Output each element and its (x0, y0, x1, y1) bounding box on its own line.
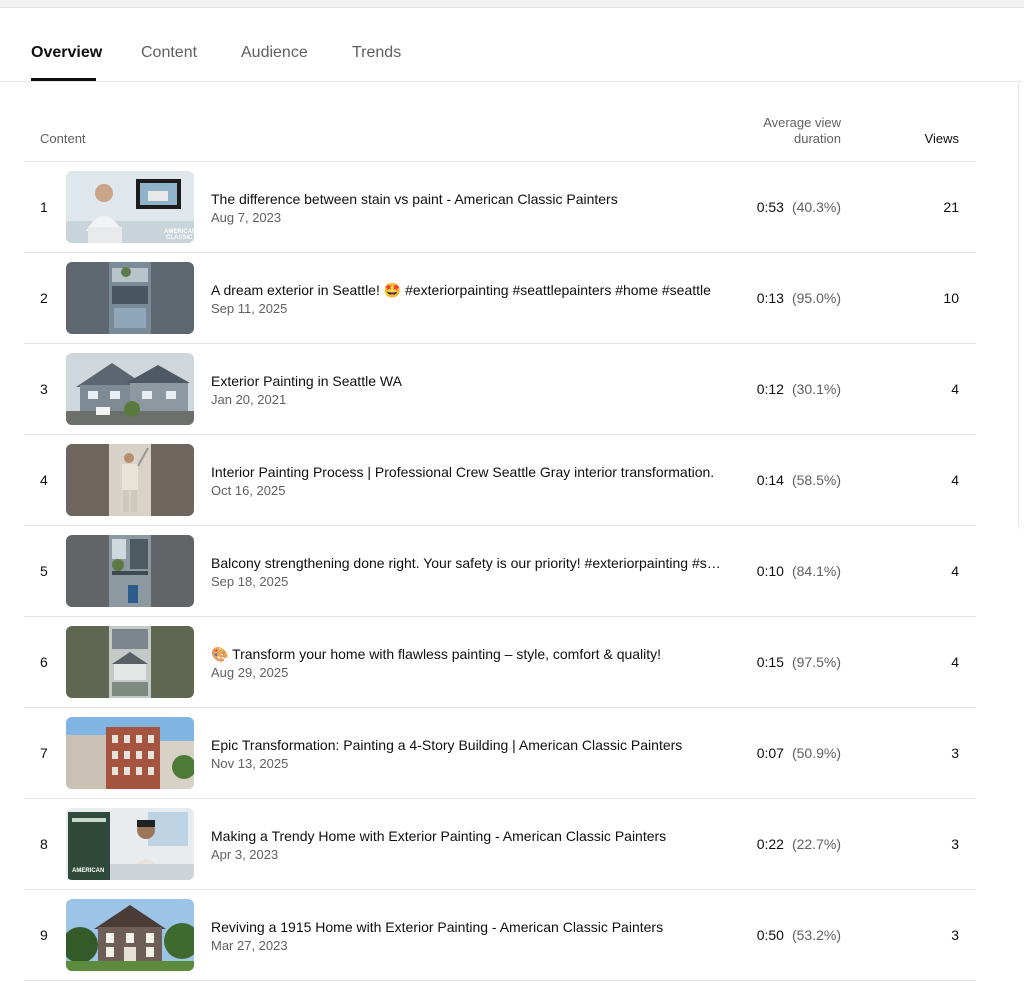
video-thumbnail[interactable] (66, 535, 194, 607)
table-row[interactable]: 1 AMERICAN CLASSIC The difference between s… (24, 162, 976, 253)
table-row[interactable]: 3 Exterior Painting in Seattle WA Jan 20, … (24, 344, 976, 435)
duration-percent: (58.5%) (791, 472, 841, 488)
video-title[interactable]: Interior Painting Process | Professional… (211, 464, 726, 480)
views-count: 4 (951, 654, 959, 670)
publish-date: Sep 18, 2025 (211, 574, 289, 589)
duration-value: 0:13 (756, 290, 784, 306)
duration-value: 0:10 (756, 563, 784, 579)
top-border (0, 0, 1024, 8)
row-rank: 2 (40, 290, 48, 306)
duration-value: 0:12 (756, 381, 784, 397)
table-header: Content Average view duration Views (24, 100, 976, 162)
table-row[interactable]: 9 Reviving a 1915 Home with Exterior Pain… (24, 890, 976, 981)
duration-percent: (22.7%) (791, 836, 841, 852)
duration-percent: (95.0%) (791, 290, 841, 306)
duration-value: 0:50 (756, 927, 784, 943)
svg-text:AMERICAN: AMERICAN (72, 868, 104, 874)
row-rank: 7 (40, 745, 48, 761)
video-thumbnail[interactable] (66, 444, 194, 516)
duration-value: 0:22 (756, 836, 784, 852)
row-rank: 4 (40, 472, 48, 488)
video-title[interactable]: Making a Trendy Home with Exterior Paint… (211, 828, 726, 844)
publish-date: Apr 3, 2023 (211, 847, 279, 862)
views-count: 3 (951, 927, 959, 943)
average-view-duration: 0:07 (50.9%) (757, 745, 841, 761)
views-count: 4 (951, 563, 959, 579)
duration-value: 0:15 (756, 654, 784, 670)
video-title[interactable]: Exterior Painting in Seattle WA (211, 373, 726, 389)
tab-overview[interactable]: Overview (31, 44, 102, 62)
views-count: 21 (943, 199, 959, 215)
row-rank: 8 (40, 836, 48, 852)
video-thumbnail[interactable] (66, 717, 194, 789)
duration-value: 0:07 (756, 745, 784, 761)
header-views[interactable]: Views (925, 131, 959, 147)
average-view-duration: 0:22 (22.7%) (757, 836, 841, 852)
table-row[interactable]: 5 Balcony strengthening done right. Your … (24, 526, 976, 617)
average-view-duration: 0:13 (95.0%) (757, 290, 841, 306)
tab-content[interactable]: Content (141, 44, 197, 62)
average-view-duration: 0:12 (30.1%) (757, 381, 841, 397)
table-row[interactable]: 2 A dream exterior in Seattle! 🤩 #exterio… (24, 253, 976, 344)
header-average-view-duration[interactable]: Average view duration (721, 115, 841, 147)
tab-trends[interactable]: Trends (352, 44, 401, 62)
average-view-duration: 0:10 (84.1%) (757, 563, 841, 579)
content-table: 1 AMERICAN CLASSIC The difference between s… (24, 162, 976, 981)
row-rank: 1 (40, 199, 48, 215)
video-title[interactable]: Epic Transformation: Painting a 4-Story … (211, 737, 726, 753)
video-title[interactable]: The difference between stain vs paint - … (211, 191, 726, 207)
duration-percent: (97.5%) (791, 654, 841, 670)
video-thumbnail[interactable]: AMERICAN CLASSIC (66, 171, 194, 243)
publish-date: Mar 27, 2023 (211, 938, 288, 953)
publish-date: Aug 29, 2025 (211, 665, 289, 680)
publish-date: Sep 11, 2025 (211, 301, 288, 316)
duration-percent: (50.9%) (791, 745, 841, 761)
duration-percent: (40.3%) (791, 199, 841, 215)
average-view-duration: 0:53 (40.3%) (757, 199, 841, 215)
publish-date: Jan 20, 2021 (211, 392, 287, 407)
header-content[interactable]: Content (40, 131, 86, 147)
side-panel-edge (1018, 80, 1024, 530)
duration-percent: (30.1%) (791, 381, 841, 397)
publish-date: Oct 16, 2025 (211, 483, 286, 498)
duration-value: 0:53 (756, 199, 784, 215)
video-thumbnail[interactable] (66, 899, 194, 971)
row-rank: 6 (40, 654, 48, 670)
table-row[interactable]: 4 Interior Painting Process | Professiona… (24, 435, 976, 526)
svg-text:CLASSIC: CLASSIC (166, 235, 193, 241)
table-row[interactable]: 7 Epic Transformation: Painting a 4-Story… (24, 708, 976, 799)
video-thumbnail[interactable] (66, 626, 194, 698)
video-title[interactable]: A dream exterior in Seattle! 🤩 #exterior… (211, 282, 726, 299)
video-thumbnail[interactable] (66, 353, 194, 425)
views-count: 3 (951, 745, 959, 761)
views-count: 4 (951, 381, 959, 397)
video-thumbnail[interactable]: AMERICAN (66, 808, 194, 880)
views-count: 3 (951, 836, 959, 852)
duration-percent: (53.2%) (791, 927, 841, 943)
video-title[interactable]: 🎨 Transform your home with flawless pain… (211, 646, 726, 663)
row-rank: 3 (40, 381, 48, 397)
duration-value: 0:14 (756, 472, 784, 488)
table-row[interactable]: 8 AMERICAN Making a Trendy Home with Exter… (24, 799, 976, 890)
analytics-tabs: Overview Content Audience Trends (0, 8, 1021, 82)
table-row[interactable]: 6 🎨 Transform your home with flawless pai… (24, 617, 976, 708)
video-title[interactable]: Reviving a 1915 Home with Exterior Paint… (211, 919, 726, 935)
publish-date: Aug 7, 2023 (211, 210, 282, 225)
active-tab-indicator (31, 78, 96, 81)
duration-percent: (84.1%) (791, 563, 841, 579)
views-count: 10 (943, 290, 959, 306)
video-title[interactable]: Balcony strengthening done right. Your s… (211, 555, 726, 571)
row-rank: 5 (40, 563, 48, 579)
views-count: 4 (951, 472, 959, 488)
video-thumbnail[interactable] (66, 262, 194, 334)
tab-audience[interactable]: Audience (241, 44, 308, 62)
average-view-duration: 0:15 (97.5%) (757, 654, 841, 670)
row-rank: 9 (40, 927, 48, 943)
publish-date: Nov 13, 2025 (211, 756, 289, 771)
average-view-duration: 0:14 (58.5%) (757, 472, 841, 488)
average-view-duration: 0:50 (53.2%) (757, 927, 841, 943)
